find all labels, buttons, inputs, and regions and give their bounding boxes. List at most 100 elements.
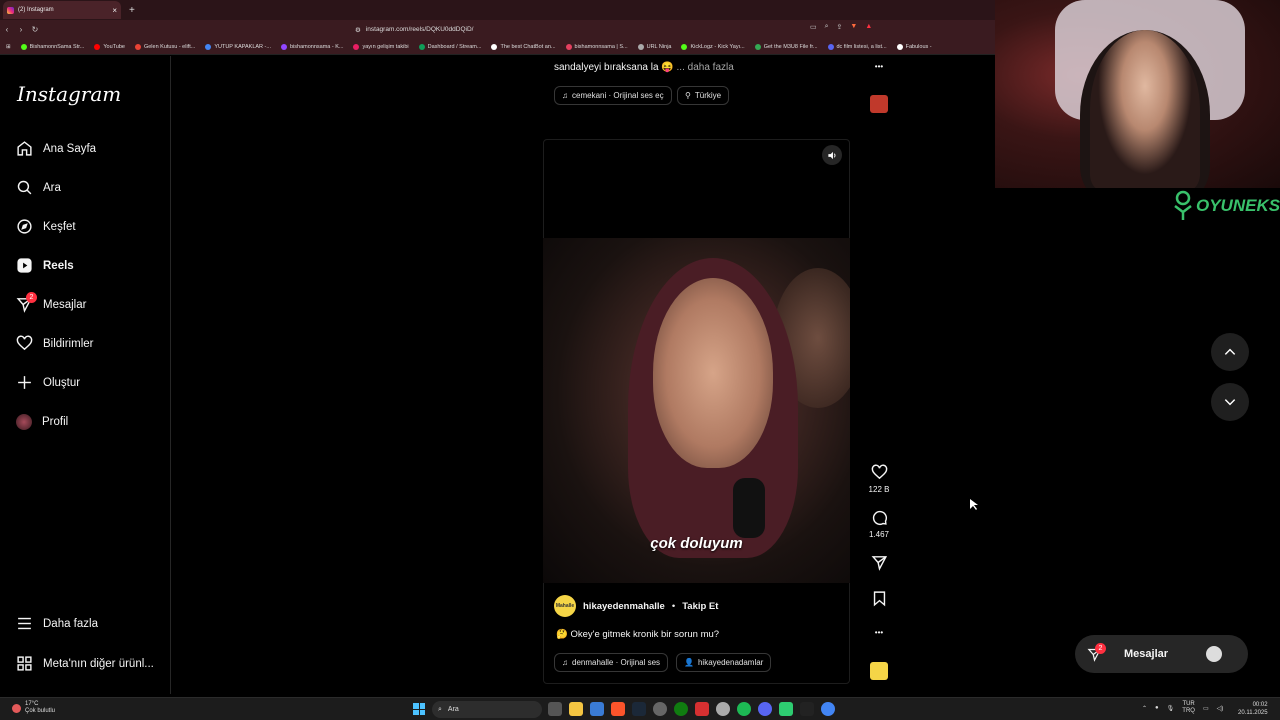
apps-icon[interactable]: ⊞ (6, 44, 11, 50)
nav-meta-products[interactable]: Meta'nın diğer ürünl... (16, 655, 154, 672)
app-icon[interactable] (779, 702, 793, 716)
messages-pill[interactable]: Mesajlar (1075, 635, 1248, 673)
bookmark-item[interactable]: Gelen Kutusu - elift... (134, 43, 195, 50)
weather-icon (12, 703, 21, 713)
file-explorer-icon[interactable] (569, 702, 583, 716)
location-chip[interactable]: ⚲ Türkiye (677, 86, 730, 105)
obs-icon[interactable] (653, 702, 667, 716)
bookmark-item[interactable]: The best ChatBot an... (491, 43, 556, 50)
plus-icon (18, 376, 31, 389)
rewards-icon[interactable]: ▲ (865, 23, 872, 31)
nav-reels[interactable]: Reels (16, 257, 74, 274)
capcut-icon[interactable] (800, 702, 814, 716)
comment-icon (872, 510, 887, 525)
bookmark-item[interactable]: URL Ninja (637, 43, 671, 50)
video-face (653, 278, 773, 468)
tab-close-icon[interactable]: × (112, 6, 117, 15)
browser-tabbar: (2) Instagram × + (0, 0, 995, 20)
bookmark-item[interactable]: bishamonnsama | S... (565, 43, 628, 50)
task-view-icon[interactable] (548, 702, 562, 716)
windows-start-icon[interactable] (413, 703, 425, 715)
microphone-icon[interactable]: 🎙 (1167, 705, 1175, 712)
grid-icon (17, 656, 32, 671)
brave-icon[interactable] (611, 702, 625, 716)
site-info-icon[interactable]: ⚙ (355, 26, 361, 34)
store-icon[interactable] (590, 702, 604, 716)
tagged-user-chip[interactable]: 👤 hikayedenadamlar (676, 653, 772, 672)
nav-create[interactable]: Oluştur (16, 374, 80, 391)
weather-widget[interactable]: 17°C Çok bulutlu (12, 701, 55, 715)
save-button[interactable] (866, 590, 892, 607)
nav-search[interactable]: Ara (16, 179, 61, 196)
nav-home[interactable]: Ana Sayfa (16, 140, 96, 157)
taskbar-search[interactable]: ⌕ Ara (432, 701, 542, 718)
steam-icon[interactable] (632, 702, 646, 716)
comment-count: 1.467 (868, 530, 890, 539)
brave-shield-icon[interactable]: ▼ (850, 23, 857, 31)
nav-messages[interactable]: 2 Mesajlar (16, 292, 86, 313)
discord-icon[interactable] (758, 702, 772, 716)
more-link[interactable]: ... daha fazla (677, 62, 734, 73)
nav-explore[interactable]: Keşfet (16, 218, 76, 235)
scroll-down-button[interactable] (1211, 383, 1249, 421)
more-options-icon[interactable]: ••• (866, 628, 892, 637)
bookmark-item[interactable]: yayın gelişim takibi (353, 43, 409, 50)
network-icon[interactable]: ▭ (1203, 705, 1209, 712)
prev-more-options-icon[interactable]: ••• (866, 62, 892, 71)
bookmark-item[interactable]: bishamonnsama - K... (280, 43, 343, 50)
search-icon (17, 180, 32, 195)
bookmark-item[interactable]: BishamonnSama Str... (20, 43, 84, 50)
reel-video[interactable]: çok doluyum (543, 238, 850, 583)
author-avatar[interactable]: Mahalle (554, 595, 576, 617)
back-icon[interactable]: ‹ (0, 25, 14, 34)
tab-instagram[interactable]: (2) Instagram × (3, 1, 121, 19)
instagram-sidebar: Instagram Ana Sayfa Ara Keşfet Reels 2 M… (0, 56, 171, 694)
nav-notifications[interactable]: Bildirimler (16, 335, 93, 352)
tray-chevron-icon[interactable]: ⌃ (1142, 705, 1147, 712)
spotify-icon[interactable] (737, 702, 751, 716)
bookmark-item[interactable]: Fabulous - (896, 43, 932, 50)
follow-button[interactable]: Takip Et (682, 601, 718, 612)
audio-thumbnail[interactable] (866, 662, 892, 680)
messages-pill-label: Mesajlar (1124, 648, 1169, 660)
app-icon[interactable] (695, 702, 709, 716)
xbox-icon[interactable] (674, 702, 688, 716)
bookmark-item[interactable]: dc film listesi, a list... (827, 43, 887, 50)
bookmark-item[interactable]: Get the M3U8 File fr... (754, 43, 818, 50)
audio-label: cemekani · Orijinal ses eç (572, 91, 664, 100)
clock[interactable]: 00:02 20.11.2025 (1238, 701, 1268, 717)
chrome-icon[interactable] (821, 702, 835, 716)
nav-more[interactable]: Daha fazla (16, 615, 98, 632)
nav-label: Profil (42, 416, 69, 428)
app-icon[interactable] (716, 702, 730, 716)
nav-profile[interactable]: Profil (16, 414, 68, 430)
brand-text: OYUNEKS (1196, 196, 1280, 215)
audio-chip[interactable]: ♫ denmahalle · Orijinal ses (554, 653, 669, 672)
instagram-logo[interactable]: Instagram (17, 82, 121, 106)
prev-audio-thumbnail[interactable] (866, 95, 892, 113)
share-icon[interactable]: ⇪ (837, 23, 843, 31)
volume-icon[interactable] (822, 145, 842, 165)
forward-icon[interactable]: › (14, 25, 28, 34)
reload-icon[interactable]: ↻ (28, 25, 42, 34)
location-label: Türkiye (694, 91, 722, 100)
bookmark-item[interactable]: KickLogz - Kick Yayı... (681, 43, 745, 50)
url-text[interactable]: instagram.com/reels/DQKU0ddDQiD/ (366, 26, 474, 33)
like-button[interactable]: 122 B (866, 464, 892, 494)
scroll-up-button[interactable] (1211, 333, 1249, 371)
bookmark-item[interactable]: YouTube (94, 43, 125, 50)
cast-icon[interactable]: ▭ (810, 23, 817, 31)
zoom-icon[interactable]: ⌕ (825, 23, 829, 31)
new-tab-button[interactable]: + (129, 5, 135, 16)
share-button[interactable] (866, 554, 892, 571)
bookmark-item[interactable]: YUTUP KAPAKLAR -... (205, 43, 271, 50)
prev-audio-chip[interactable]: ♫ cemekani · Orijinal ses eç (554, 86, 672, 105)
volume-icon[interactable]: ◁) (1217, 705, 1224, 712)
caption-text: sandalyeyi bıraksana la 😝 (554, 62, 674, 73)
author-username[interactable]: hikayedenmahalle (583, 601, 665, 612)
bookmark-item[interactable]: Dashboard / Stream... (418, 43, 481, 50)
lang-secondary: TRQ (1182, 708, 1195, 714)
tray-app-icon[interactable]: ● (1155, 705, 1159, 711)
language-indicator[interactable]: TUR TRQ (1182, 701, 1195, 715)
comment-button[interactable]: 1.467 (866, 509, 892, 539)
